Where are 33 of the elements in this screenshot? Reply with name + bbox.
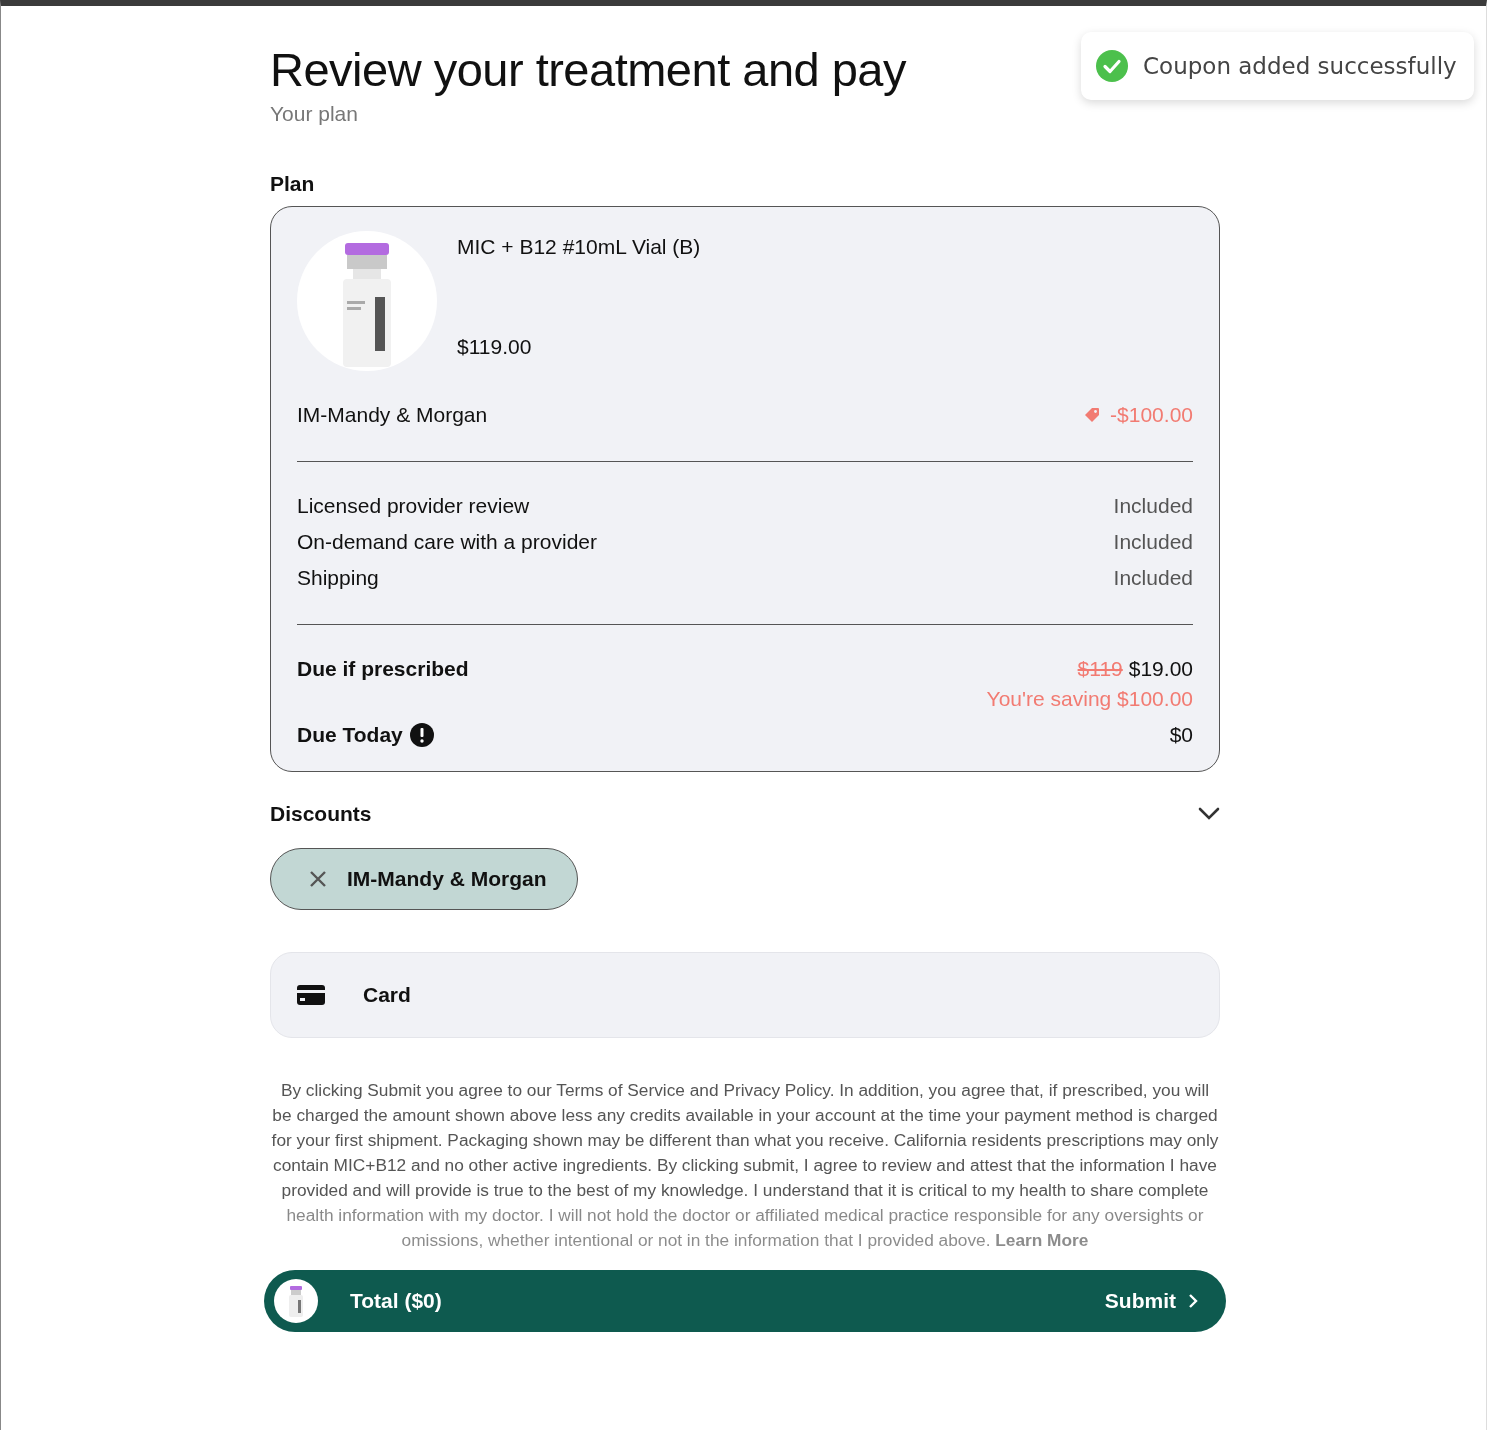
line-item-label: Licensed provider review xyxy=(297,494,530,518)
line-item-label: On-demand care with a provider xyxy=(297,530,597,554)
info-icon xyxy=(409,723,434,747)
check-icon xyxy=(1096,50,1128,82)
due-amount: $0 xyxy=(1169,723,1193,747)
product-price: $119.00 xyxy=(457,335,533,359)
section-heading: Discounts xyxy=(270,802,372,826)
submit-button[interactable]: Submit xyxy=(1104,1289,1198,1313)
page-subtitle: Your plan xyxy=(270,102,359,126)
disclaimer-text: By clicking Submit you agree to our Terms of Service and Privacy Policy. In addition, you agree that, if prescribed, you will be charged the amount shown above less any credits available in your account at the time your payment method is charged for your first shipment. Packaging shown may be different than what you receive. California residents prescriptions may only contain MIC+B12 and no other active ingredients. By clicking submit, I agree to review and attest that the information I have provided and will provide is true to the best of my knowledge. I understand that it is critical to my health to share complete health information with my doctor. I will not hold the doctor or affiliated medical practice responsible for any oversights or omissions, whether intentional or not in the information that I provided above. Learn More xyxy=(270,1079,1220,1252)
line-item-value: Included xyxy=(1113,530,1193,554)
close-icon xyxy=(309,870,327,888)
section-heading: Plan xyxy=(270,172,316,196)
total-label: Total ($0) xyxy=(350,1289,443,1313)
savings-text: You're saving $100.00 xyxy=(985,687,1193,711)
tag-icon xyxy=(1084,407,1101,423)
page-title: Review your treatment and pay xyxy=(270,42,906,98)
chevron-down-icon[interactable] xyxy=(1198,807,1220,821)
due-label: Due if prescribed xyxy=(297,657,469,681)
original-price: $119 xyxy=(1077,657,1123,681)
line-item-value: Included xyxy=(1113,494,1193,518)
coupon-label: IM-Mandy & Morgan xyxy=(297,403,488,427)
discount-amount: -$100.00 xyxy=(1110,403,1193,427)
line-item-label: Shipping xyxy=(297,566,379,590)
due-label: Due Today xyxy=(297,723,403,747)
toast-message: Coupon added successfully xyxy=(1143,53,1457,79)
product-name: MIC + B12 #10mL Vial (B) xyxy=(457,235,701,259)
line-item-value: Included xyxy=(1113,566,1193,590)
discount-chip[interactable]: IM-Mandy & Morgan xyxy=(270,848,578,910)
due-price: $19.00 xyxy=(1128,657,1193,681)
card-icon xyxy=(297,985,325,1005)
chevron-right-icon xyxy=(1188,1293,1198,1309)
payment-option[interactable]: Card xyxy=(270,952,1220,1038)
